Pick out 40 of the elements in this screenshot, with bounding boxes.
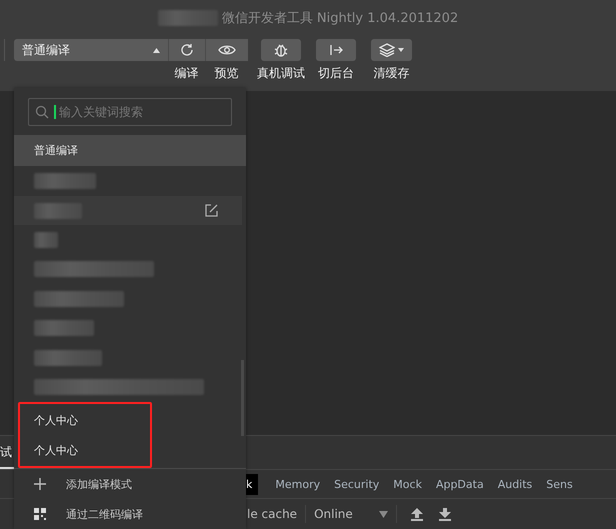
compile-mode-item[interactable]: 个人中心 [20,435,150,466]
edit-icon[interactable] [205,204,218,218]
tool-label: 真机调试 [257,65,305,82]
bug-icon [273,42,289,58]
tool-label: 切后台 [318,65,354,82]
plus-icon [34,478,46,490]
tool-label: 编译 [174,65,198,82]
download-icon[interactable] [438,508,451,520]
layers-icon [379,43,395,57]
bug-button[interactable] [261,39,301,61]
devtools-tab[interactable]: AppData [428,478,491,490]
devtools-tab[interactable]: Audits [490,478,540,490]
upload-icon[interactable] [410,508,423,520]
menu-action[interactable]: 添加编译模式 [14,469,246,500]
throttle-select[interactable]: Online [314,507,388,521]
compile-mode-select[interactable]: 普通编译 [14,39,168,61]
compile-mode-item[interactable]: 普通编译 [14,135,246,166]
devtools-tab[interactable]: k [246,474,258,494]
window-title: 微信开发者工具 Nightly 1.04.2011202 [222,10,458,27]
eye-button[interactable] [205,39,248,61]
devtools-tab[interactable]: Mock [386,478,429,490]
caret-icon [378,510,388,518]
search-field[interactable]: 输入关键词搜索 [28,98,232,126]
menu-action[interactable]: 通过二维码编译 [14,499,246,529]
qr-code-icon [34,508,46,520]
search-icon [35,105,49,119]
devtools-tab[interactable]: Memory [268,478,328,490]
background-button[interactable] [316,39,356,61]
caret-icon [398,48,404,52]
refresh-icon [179,42,195,58]
refresh-button[interactable] [168,39,205,61]
devtools-tab[interactable]: Sens [539,478,580,490]
tool-label: 清缓存 [374,65,410,82]
tool-label: 预览 [214,65,238,82]
compile-mode-item[interactable]: 个人中心 [20,405,150,436]
exit-arrow-icon [328,43,344,57]
devtools-tab[interactable]: Security [327,478,386,490]
cache-label: le cache [247,507,298,521]
layers-button[interactable] [371,39,412,61]
eye-icon [218,44,236,56]
